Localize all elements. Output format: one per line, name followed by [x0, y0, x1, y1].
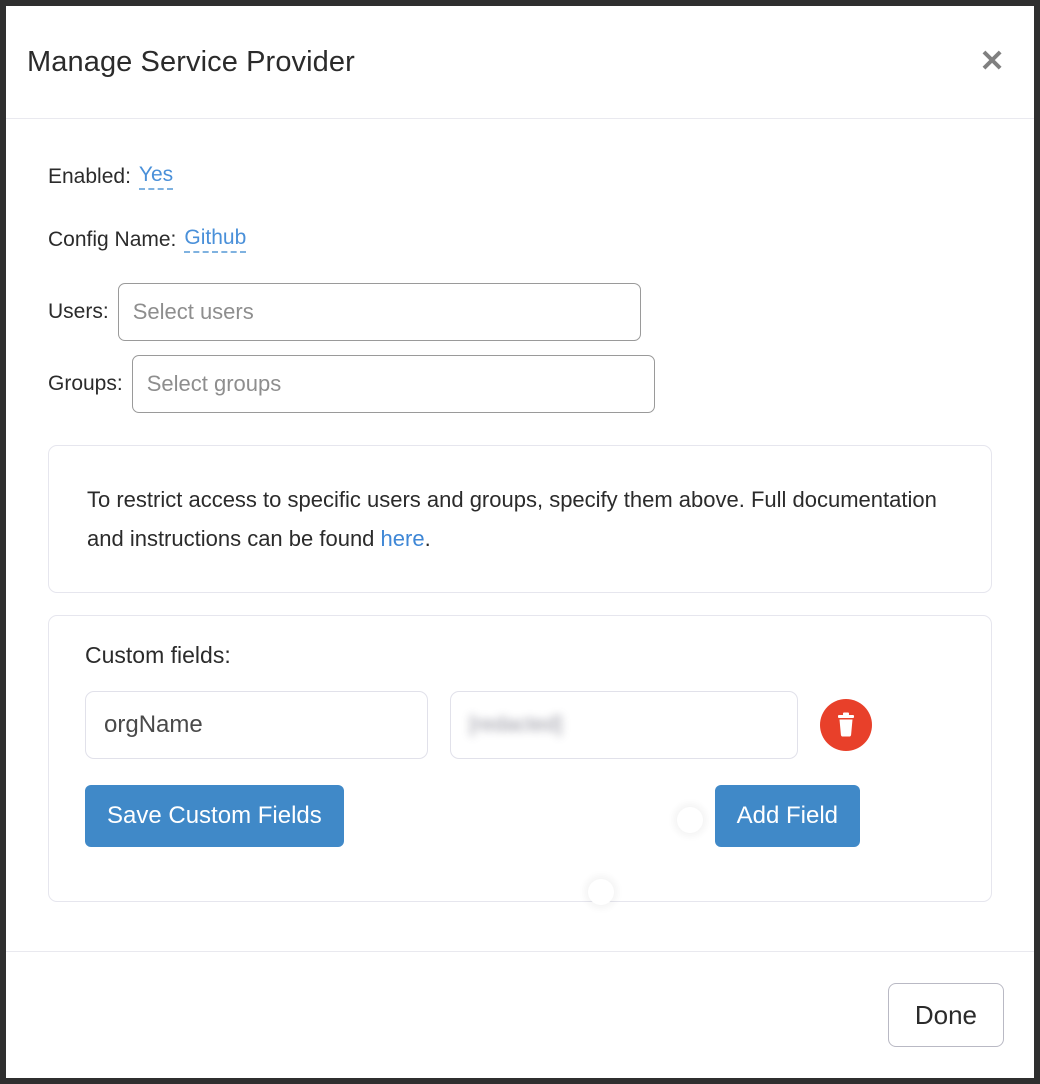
info-text: To restrict access to specific users and… — [87, 480, 955, 558]
manage-service-provider-dialog: Manage Service Provider ✕ Enabled: Yes C… — [6, 6, 1034, 1078]
delete-custom-field-button[interactable] — [820, 699, 872, 752]
done-button[interactable]: Done — [887, 983, 1004, 1047]
info-panel: To restrict access to specific users and… — [48, 445, 992, 594]
custom-field-key-input[interactable] — [85, 691, 428, 760]
config-name-value-editable[interactable]: Github — [184, 226, 247, 253]
dialog-header: Manage Service Provider ✕ — [6, 6, 1034, 119]
custom-fields-panel: Custom fields: [redacted] — [48, 615, 992, 906]
config-name-row: Config Name: Github — [48, 226, 992, 253]
custom-fields-title: Custom fields: — [85, 642, 231, 669]
custom-field-row: [redacted] — [85, 691, 957, 760]
users-row: Users: — [48, 283, 992, 341]
save-custom-fields-button[interactable]: Save Custom Fields — [85, 785, 344, 848]
loading-spinner-secondary-icon — [588, 879, 614, 906]
groups-row: Groups: — [48, 355, 992, 413]
loading-spinner-icon — [677, 807, 703, 834]
enabled-row: Enabled: Yes — [48, 163, 992, 190]
config-name-label: Config Name: — [48, 227, 177, 251]
info-text-after: . — [424, 526, 431, 552]
enabled-value-editable[interactable]: Yes — [138, 163, 174, 190]
groups-label: Groups: — [48, 372, 123, 395]
page-title: Manage Service Provider — [27, 45, 355, 78]
custom-field-value-redacted: [redacted] — [469, 713, 563, 737]
groups-input[interactable] — [131, 355, 655, 413]
enabled-label: Enabled: — [48, 164, 131, 188]
custom-fields-actions: Save Custom Fields Add Field — [85, 785, 860, 906]
users-input[interactable] — [117, 283, 641, 341]
custom-field-value-input[interactable]: [redacted] — [450, 691, 798, 760]
add-field-button[interactable]: Add Field — [714, 785, 860, 848]
users-label: Users: — [48, 300, 109, 323]
dialog-body: Enabled: Yes Config Name: Github Users: … — [6, 119, 1034, 951]
close-icon[interactable]: ✕ — [975, 45, 1009, 79]
trash-icon — [834, 712, 858, 738]
screen: Manage Service Provider ✕ Enabled: Yes C… — [0, 0, 1040, 1084]
dialog-footer: Done — [6, 951, 1034, 1078]
info-text-before: To restrict access to specific users and… — [87, 487, 937, 552]
documentation-link[interactable]: here — [381, 526, 425, 551]
